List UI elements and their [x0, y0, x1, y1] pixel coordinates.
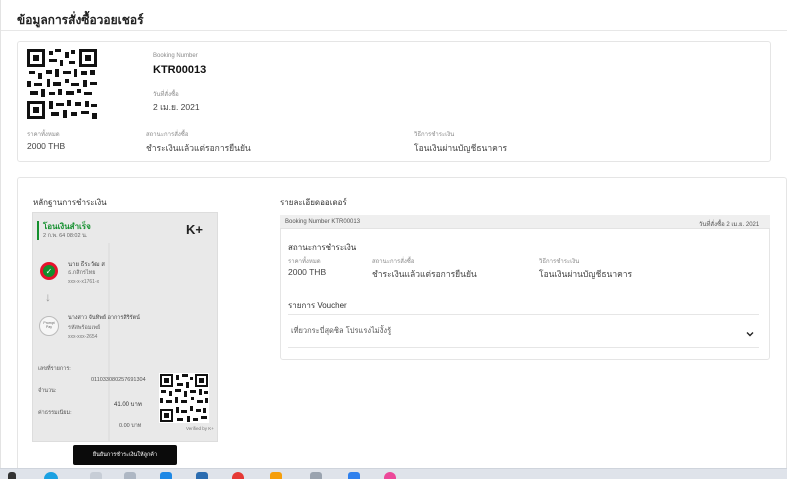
order-status-value: ชำระเงินแล้วแต่รอการยืนยัน	[146, 143, 251, 153]
order-detail-booking: Booking Number KTR00013	[285, 219, 361, 225]
taskbar-app-icon[interactable]	[196, 472, 208, 479]
order-detail-title: รายละเอียดออเดอร์	[280, 198, 347, 207]
slip-accent-bar	[37, 221, 39, 240]
detail-order-status-value: ชำระเงินแล้วแต่รอการยืนยัน	[372, 269, 477, 279]
ref-value: 011033080257691304	[91, 377, 146, 383]
kplus-logo: K+	[186, 222, 203, 237]
order-date-label: วันที่สั่งซื้อ	[153, 92, 179, 98]
kbank-logo-icon: ✓	[40, 262, 58, 280]
sender-account: xxx-x-x1761-x	[68, 279, 100, 285]
taskbar-app-icon[interactable]	[90, 472, 102, 479]
promptpay-icon: Prompt Pay	[39, 316, 59, 336]
order-summary-card	[17, 41, 771, 162]
booking-number: KTR00013	[153, 64, 207, 76]
amount-label: จำนวน:	[38, 388, 57, 394]
taskbar-app-icon[interactable]	[232, 472, 244, 479]
taskbar-app-icon[interactable]	[310, 472, 322, 479]
payment-method-value: โอนเงินผ่านบัญชีธนาคาร	[414, 143, 508, 153]
fee-value: 0.00 บาท	[119, 423, 142, 429]
slip-qr-code	[159, 373, 209, 423]
detail-total-value: 2000 THB	[288, 267, 327, 277]
taskbar-app-icon[interactable]	[384, 472, 396, 479]
order-date: 2 เม.ย. 2021	[153, 102, 200, 112]
voucher-list-title: รายการ Voucher	[288, 301, 347, 310]
taskbar-app-icon[interactable]	[270, 472, 282, 479]
order-status-label: สถานะการสั่งซื้อ	[146, 132, 189, 138]
taskbar-app-icon[interactable]	[124, 472, 136, 479]
qr-code	[27, 49, 97, 119]
divider	[1, 30, 787, 31]
edge-icon[interactable]	[44, 472, 58, 479]
chevron-down-icon[interactable]	[746, 325, 754, 337]
detail-payment-method-value: โอนเงินผ่านบัญชีธนาคาร	[539, 269, 633, 279]
qr-code-image	[27, 49, 97, 119]
page: ข้อมูลการสั่งซื้อวอยเชอร์ Booking Number…	[0, 0, 787, 472]
arrow-down-icon: ↓	[45, 290, 51, 304]
order-detail-box	[280, 215, 770, 360]
total-label: ราคาทั้งหมด	[27, 132, 60, 138]
receiver-name: นางสาว จันทิพย์ อาการสิริรัตน์	[68, 315, 140, 321]
slip-datetime: 2 ก.พ. 64 08:02 น.	[43, 233, 88, 239]
detail-order-status-label: สถานะการสั่งซื้อ	[372, 259, 415, 265]
taskbar-app-icon[interactable]	[348, 472, 360, 479]
payment-slip[interactable]: โอนเงินสำเร็จ 2 ก.พ. 64 08:02 น. K+ ✓ นา…	[32, 212, 218, 442]
payment-method-label: วิธีการชำระเงิน	[414, 132, 455, 138]
total-value: 2000 THB	[27, 141, 66, 151]
voucher-item[interactable]: เที่ยวกระบี่สุดชิล โปรแรงไม่งั้งรู้	[291, 325, 391, 337]
sender-bank: ธ.กสิกรไทย	[68, 270, 96, 276]
ref-label: เลขที่รายการ:	[38, 366, 71, 372]
start-icon[interactable]	[8, 472, 16, 479]
amount-value: 41.00 บาท	[114, 402, 142, 408]
taskbar-app-icon[interactable]	[160, 472, 172, 479]
sender-name: นาย ธีระวัฒ ส	[68, 262, 105, 268]
receiver-account: xxx-xxx-2654	[68, 334, 98, 340]
fee-label: ค่าธรรมเนียม:	[38, 410, 72, 416]
booking-number-label: Booking Number	[153, 53, 198, 59]
verified-by-kplus: Verified by K+	[186, 426, 214, 431]
detail-total-label: ราคาทั้งหมด	[288, 259, 321, 265]
detail-payment-method-label: วิธีการชำระเงิน	[539, 259, 580, 265]
proof-of-payment-title: หลักฐานการชำระเงิน	[33, 198, 107, 207]
page-title: ข้อมูลการสั่งซื้อวอยเชอร์	[17, 13, 144, 27]
order-detail-date: วันที่สั่งซื้อ 2 เม.ย. 2021	[699, 222, 760, 228]
receiver-bank: รหัสพร้อมเพย์	[68, 325, 101, 331]
confirm-payment-button[interactable]: ยืนยันการชำระเงินให้ลูกค้า	[73, 445, 177, 465]
payment-status-title: สถานะการชำระเงิน	[288, 243, 357, 252]
